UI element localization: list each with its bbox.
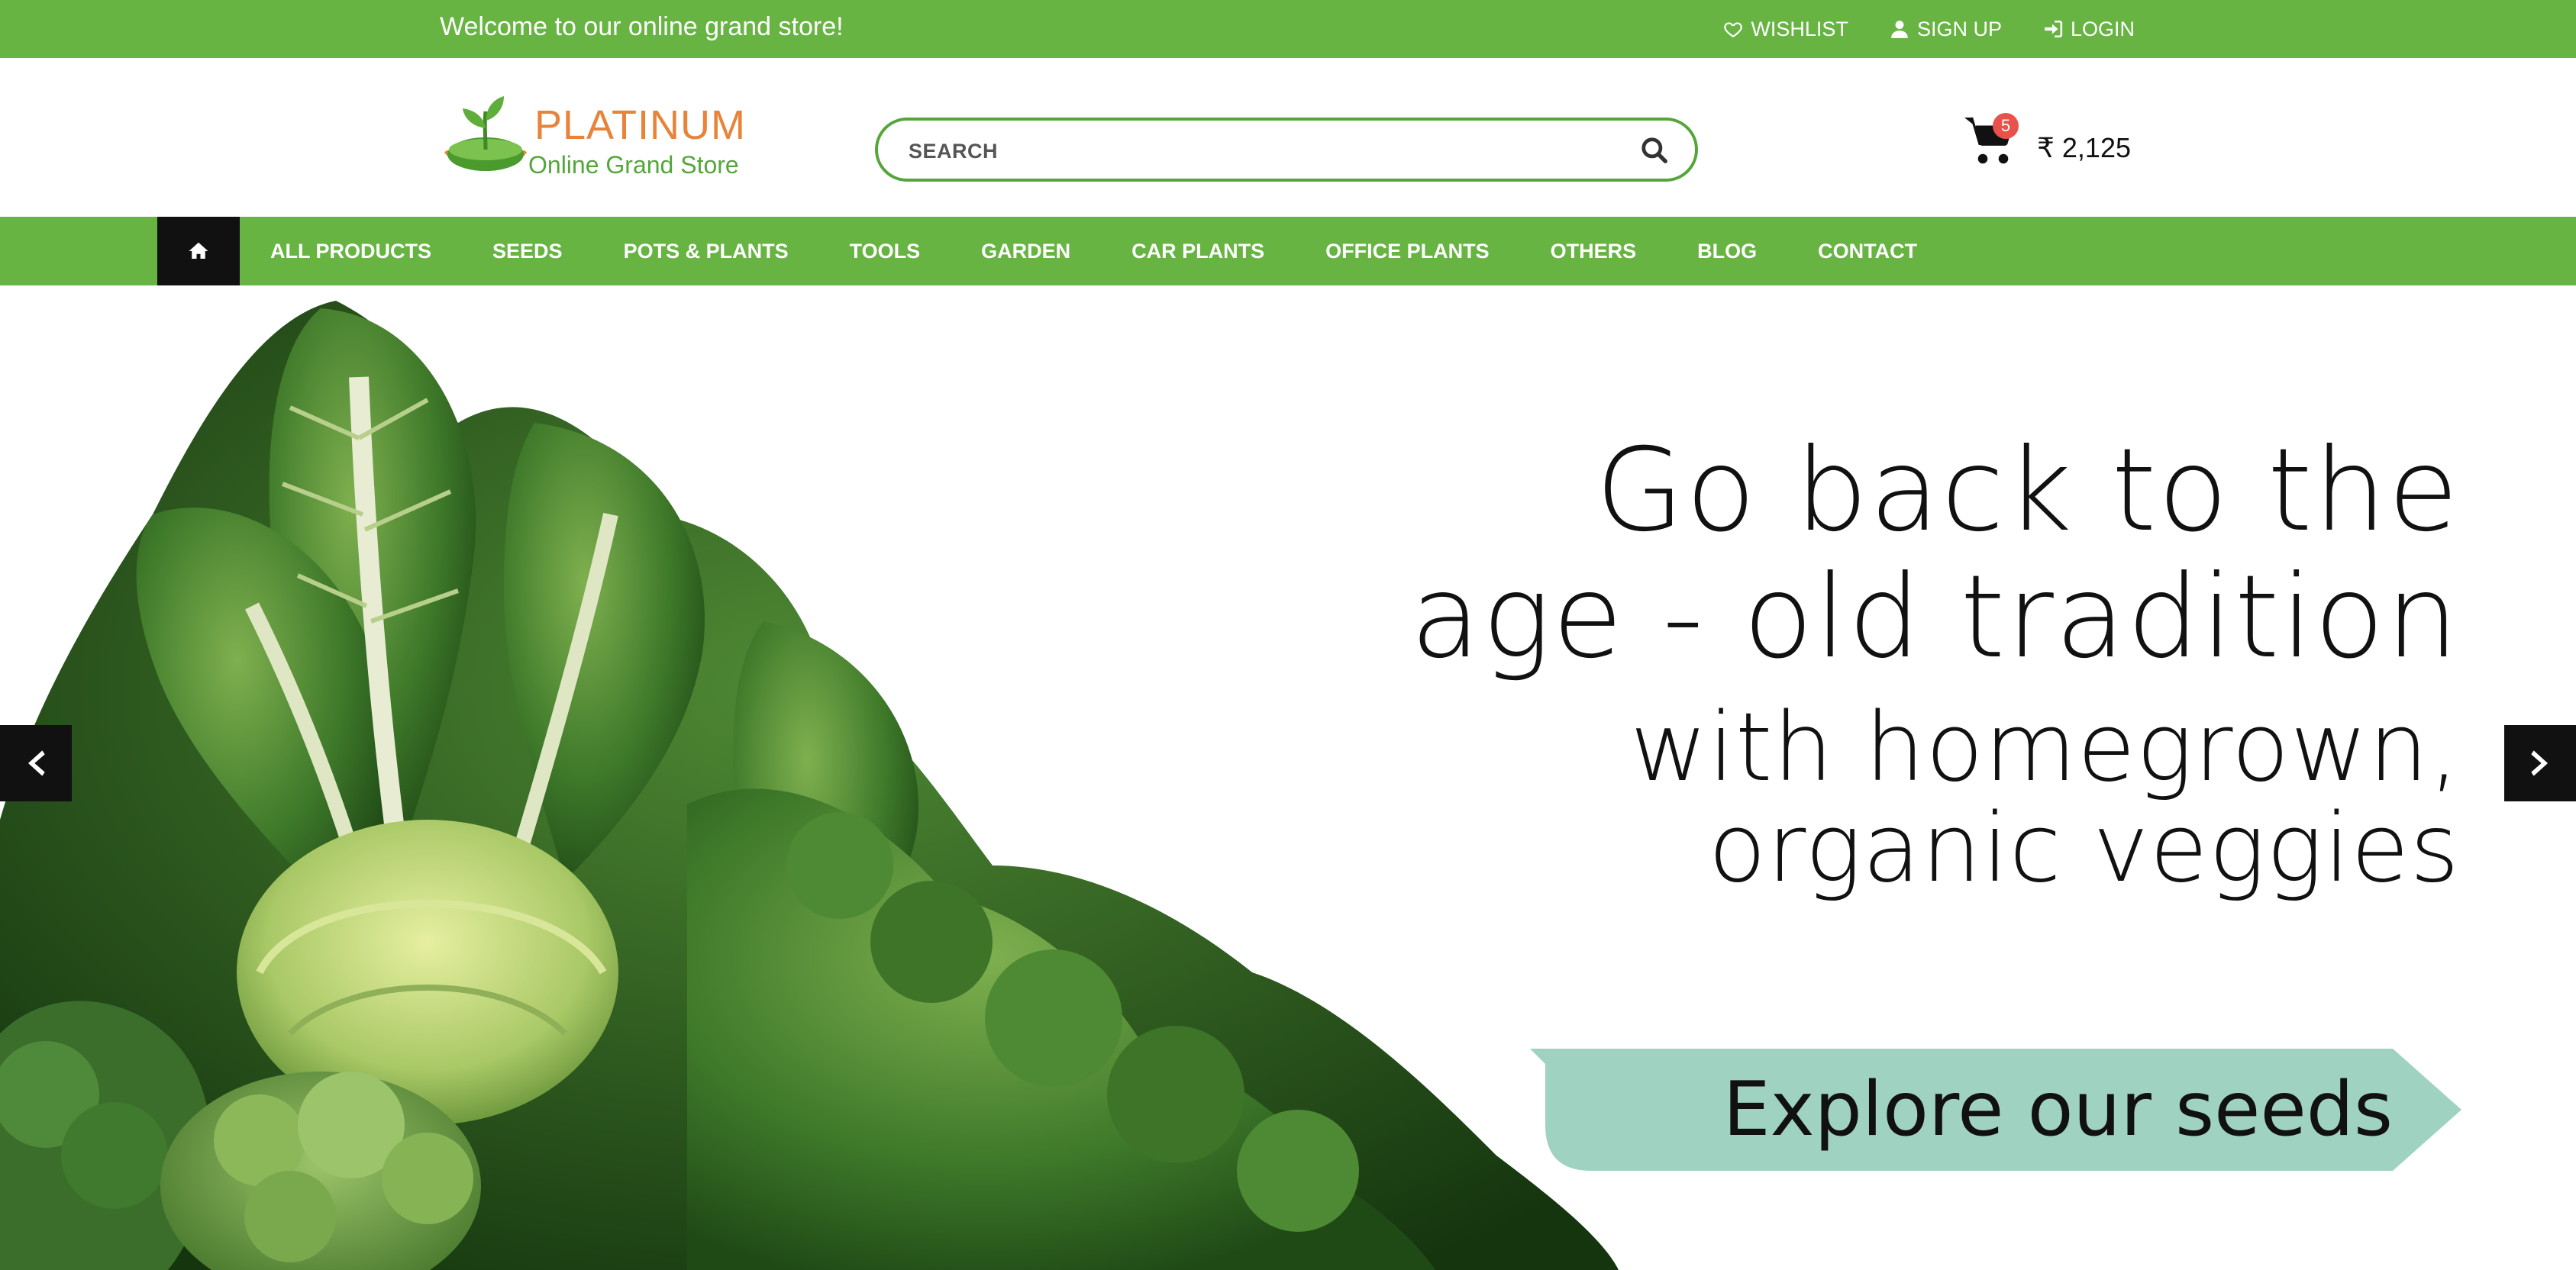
login-label: LOGIN	[2070, 18, 2135, 40]
nav-item-garden[interactable]: GARDEN	[951, 217, 1101, 285]
hero-headline: Go back to the age - old tradition with …	[1410, 427, 2460, 899]
site-header: PLATINUM Online Grand Store 5 ₹ 2,125	[0, 58, 2576, 217]
heart-icon	[1724, 22, 1743, 38]
home-icon	[189, 242, 208, 259]
welcome-message: Welcome to our online grand store!	[440, 12, 844, 41]
nav-menu: ALL PRODUCTS SEEDS POTS & PLANTS TOOLS G…	[240, 217, 1948, 285]
signup-label: SIGN UP	[1916, 18, 2002, 40]
cart-button[interactable]: 5	[1962, 113, 2023, 174]
signup-link[interactable]: SIGN UP	[1890, 14, 2002, 44]
slider-prev-button[interactable]	[0, 725, 72, 801]
hero-line-3: with homegrown,	[1630, 693, 2460, 803]
explore-seeds-button[interactable]: Explore our seeds	[1530, 1049, 2461, 1171]
user-icon	[1891, 21, 1908, 38]
search-box	[875, 118, 1698, 182]
nav-item-pots-plants[interactable]: POTS & PLANTS	[593, 217, 819, 285]
explore-seeds-label: Explore our seeds	[1722, 1066, 2393, 1153]
sign-in-icon	[2045, 20, 2063, 38]
nav-item-office-plants[interactable]: OFFICE PLANTS	[1295, 217, 1520, 285]
nav-item-all-products[interactable]: ALL PRODUCTS	[240, 217, 462, 285]
hero-line-2: age - old tradition	[1410, 551, 2460, 684]
hero-line-4: organic veggies	[1708, 794, 2460, 904]
cart-count-badge: 5	[1993, 113, 2019, 139]
wishlist-label: WISHLIST	[1751, 18, 1848, 40]
main-nav: ALL PRODUCTS SEEDS POTS & PLANTS TOOLS G…	[0, 217, 2576, 285]
search-icon[interactable]	[1640, 136, 1669, 165]
wishlist-link[interactable]: WISHLIST	[1723, 14, 1848, 44]
cart-total: ₹ 2,125	[2037, 132, 2131, 163]
brand-tagline: Online Grand Store	[528, 151, 739, 179]
search-input[interactable]	[907, 128, 1597, 174]
chevron-left-icon	[28, 750, 45, 776]
nav-item-seeds[interactable]: SEEDS	[462, 217, 593, 285]
sprout-logo-icon	[444, 96, 528, 171]
nav-item-blog[interactable]: BLOG	[1667, 217, 1787, 285]
account-links: WISHLIST SIGN UP LOGIN	[1723, 14, 2135, 44]
hero-line-1: Go back to the	[1595, 424, 2460, 557]
nav-item-car-plants[interactable]: CAR PLANTS	[1101, 217, 1295, 285]
brand-name: PLATINUM	[534, 102, 747, 148]
login-link[interactable]: LOGIN	[2043, 14, 2135, 44]
nav-item-contact[interactable]: CONTACT	[1787, 217, 1948, 285]
nav-home-button[interactable]	[157, 217, 240, 285]
nav-item-others[interactable]: OTHERS	[1520, 217, 1667, 285]
top-bar: Welcome to our online grand store! WISHL…	[0, 0, 2576, 58]
store-logo[interactable]: PLATINUM Online Grand Store	[440, 89, 760, 189]
nav-item-tools[interactable]: TOOLS	[819, 217, 951, 285]
hero-slider: Go back to the age - old tradition with …	[0, 285, 2576, 1270]
chevron-right-icon	[2531, 750, 2548, 776]
slider-next-button[interactable]	[2504, 725, 2576, 801]
